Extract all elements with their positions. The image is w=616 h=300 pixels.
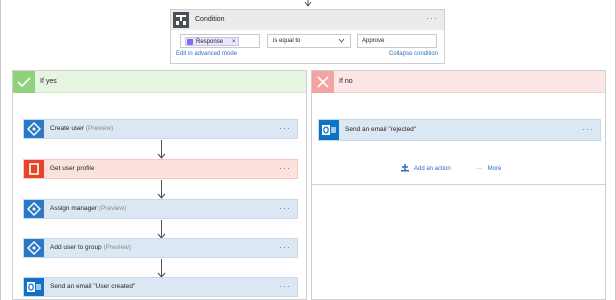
chevron-down-icon — [304, 0, 312, 7]
action-label: Add user to group (Preview) — [50, 244, 131, 251]
operator-value: is equal to — [273, 38, 301, 44]
approval-icon — [187, 39, 193, 45]
more-dots-icon: ··· — [476, 166, 482, 172]
action-card-get-user-profile[interactable]: Get user profile ··· — [23, 159, 298, 179]
condition-card: Condition ··· Response × is equal to App… — [170, 9, 445, 64]
action-card-create-user[interactable]: Create user (Preview) ··· — [23, 119, 298, 139]
action-label: Get user profile — [50, 165, 95, 172]
condition-title: Condition — [195, 16, 225, 23]
condition-icon — [173, 12, 189, 28]
if-yes-branch: If yes Create user (Preview) ··· Get use… — [12, 70, 307, 300]
action-menu-button[interactable]: ··· — [582, 125, 594, 134]
connector-icon — [24, 239, 44, 257]
chevron-down-icon — [338, 37, 345, 46]
condition-menu-button[interactable]: ··· — [426, 14, 438, 23]
outlook-icon — [319, 120, 339, 140]
more-label: More — [487, 166, 502, 172]
if-no-header[interactable]: If no — [312, 71, 605, 93]
close-icon — [312, 71, 334, 93]
condition-header[interactable]: Condition ··· — [171, 10, 444, 30]
action-menu-button[interactable]: ··· — [279, 124, 291, 133]
condition-value-input[interactable]: Approve — [357, 34, 437, 48]
outlook-icon — [24, 278, 44, 296]
action-menu-button[interactable]: ··· — [279, 164, 291, 173]
if-yes-header[interactable]: If yes — [13, 71, 306, 93]
action-card-send-email-rejected[interactable]: Send an email "rejected" ··· — [318, 119, 601, 141]
more-button[interactable]: ··· More — [476, 166, 501, 172]
action-label: Send an email "User created" — [50, 283, 136, 290]
action-label: Send an email "rejected" — [345, 126, 417, 133]
if-no-title: If no — [339, 78, 353, 85]
action-card-assign-manager[interactable]: Assign manager (Preview) ··· — [23, 199, 298, 219]
canvas-left-border — [0, 0, 1, 300]
if-no-branch: If no Send an email "rejected" ··· Add a… — [311, 70, 606, 300]
operator-select[interactable]: is equal to — [267, 34, 351, 48]
add-action-label: Add an action — [414, 166, 451, 172]
collapse-condition-link[interactable]: Collapse condition — [389, 51, 438, 57]
connector-icon — [24, 120, 44, 138]
checkmark-icon — [13, 71, 35, 93]
add-action-icon — [401, 164, 409, 172]
condition-left-operand[interactable]: Response × — [180, 34, 260, 48]
action-menu-button[interactable]: ··· — [279, 243, 291, 252]
response-token[interactable]: Response × — [185, 37, 239, 46]
action-label: Assign manager (Preview) — [50, 205, 127, 212]
token-remove-button[interactable]: × — [232, 38, 236, 46]
if-yes-title: If yes — [40, 78, 57, 85]
edit-advanced-link[interactable]: Edit in advanced mode — [176, 51, 237, 57]
action-menu-button[interactable]: ··· — [279, 282, 291, 291]
office365-icon — [24, 160, 44, 178]
action-card-send-email-user-created[interactable]: Send an email "User created" ··· — [23, 277, 298, 297]
connector-icon — [24, 200, 44, 218]
action-card-add-user-to-group[interactable]: Add user to group (Preview) ··· — [23, 238, 298, 258]
action-menu-button[interactable]: ··· — [279, 204, 291, 213]
divider — [312, 184, 605, 185]
action-label: Create user (Preview) — [50, 125, 114, 132]
token-label: Response — [196, 39, 224, 45]
